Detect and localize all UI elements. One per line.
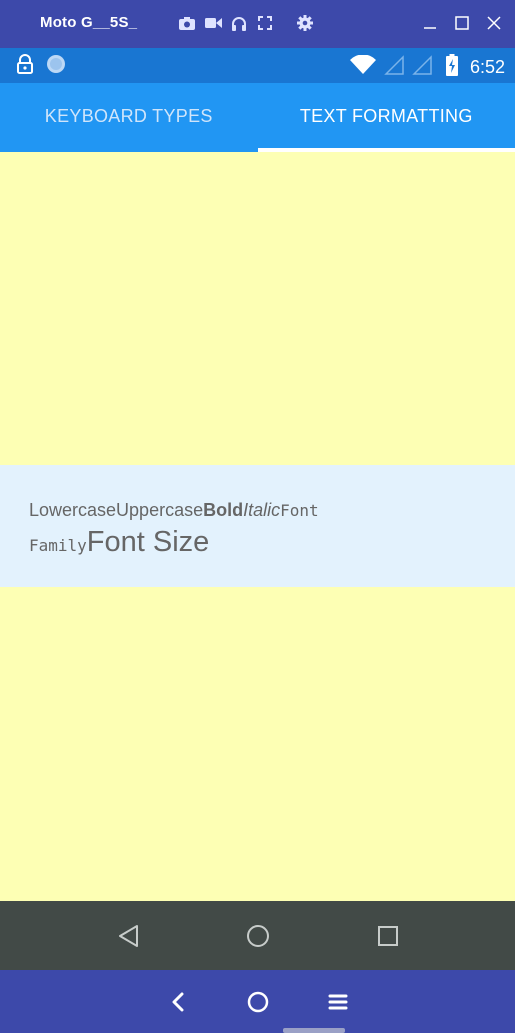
- recents-icon[interactable]: [372, 920, 404, 952]
- tab-text-formatting[interactable]: TEXT FORMATTING: [257, 83, 515, 152]
- lowercase-text: Lowercase: [29, 500, 117, 520]
- window-controls: [421, 14, 503, 32]
- font-family-text: Family: [29, 536, 87, 555]
- tab-keyboard-types[interactable]: KEYBOARD TYPES: [0, 83, 258, 152]
- status-bar: 6:52: [0, 48, 515, 83]
- emulator-toolbar: [178, 14, 314, 32]
- video-icon[interactable]: [204, 14, 222, 32]
- italic-text: Italic: [243, 500, 281, 520]
- home-icon[interactable]: [242, 920, 274, 952]
- android-nav-bar: [0, 901, 515, 970]
- tab-label: KEYBOARD TYPES: [44, 106, 213, 126]
- tab-label: TEXT FORMATTING: [299, 106, 473, 126]
- device-title: Moto G__5S_: [40, 14, 138, 31]
- tab-bar: KEYBOARD TYPES TEXT FORMATTING: [0, 83, 515, 152]
- lock-icon: [16, 54, 34, 79]
- back-icon[interactable]: [112, 920, 144, 952]
- wifi-icon: [349, 54, 376, 80]
- emulator-nav-bar: [0, 970, 515, 1033]
- home-circle-icon[interactable]: [244, 988, 272, 1016]
- sync-icon: [46, 54, 66, 79]
- maximize-icon[interactable]: [453, 14, 471, 32]
- status-clock: 6:52: [469, 57, 505, 77]
- gesture-bar: [283, 1028, 345, 1033]
- font-size-text: Font Size: [86, 526, 210, 558]
- headphones-icon[interactable]: [230, 14, 248, 32]
- signal-icon: [412, 55, 432, 80]
- battery-charging-icon: [445, 54, 458, 81]
- formatted-text-view: LowercaseUppercaseBoldItalicFont FamilyF…: [0, 465, 515, 587]
- back-chevron-icon[interactable]: [164, 988, 192, 1016]
- close-icon[interactable]: [485, 14, 503, 32]
- signal-icon: [384, 55, 404, 80]
- fullscreen-icon[interactable]: [256, 14, 274, 32]
- minimize-icon[interactable]: [421, 14, 439, 32]
- settings-icon[interactable]: [296, 14, 314, 32]
- content-area: LowercaseUppercaseBoldItalicFont FamilyF…: [0, 152, 515, 901]
- menu-icon[interactable]: [324, 988, 352, 1016]
- camera-icon[interactable]: [178, 14, 196, 32]
- bold-text: Bold: [203, 500, 244, 520]
- uppercase-text: Uppercase: [116, 500, 204, 520]
- font-family-text: Font: [280, 501, 319, 520]
- emulator-title-bar: Moto G__5S_: [0, 0, 515, 48]
